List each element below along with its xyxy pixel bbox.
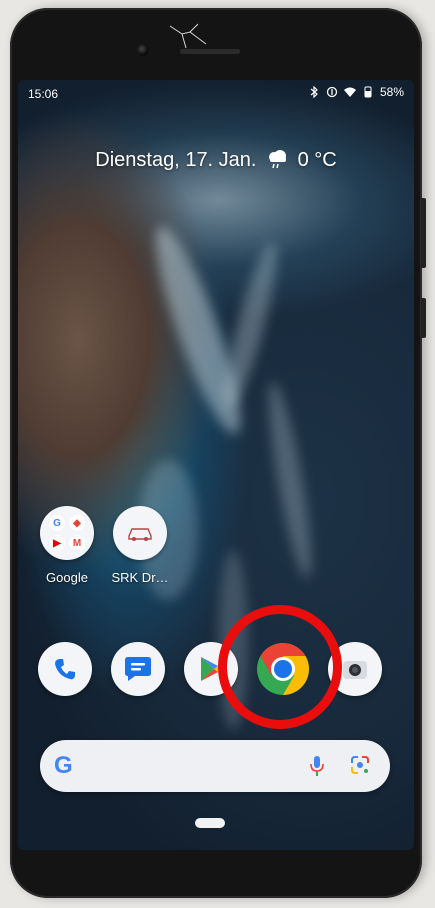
google-apps-folder-icon: G ◆ ▶ M (49, 515, 85, 551)
data-saver-icon (326, 86, 338, 98)
status-time: 15:06 (28, 87, 59, 101)
cloud-rain-icon (269, 150, 287, 169)
at-a-glance[interactable]: Dienstag, 17. Jan. 0 °C (18, 148, 414, 172)
srk-app[interactable] (113, 506, 167, 560)
messages-icon (125, 657, 151, 681)
home-gesture-pill[interactable] (195, 818, 225, 828)
screen-crack (169, 23, 207, 49)
home-screen: 15:06 58% Dienstag, 17. Jan. 0 °C G ◆ ▶ … (18, 80, 414, 850)
messages-app[interactable] (111, 642, 165, 696)
google-logo: G (54, 752, 73, 779)
temperature-text: 0 °C (297, 149, 337, 171)
camera-icon (343, 661, 367, 679)
battery-percent: 58% (379, 85, 404, 99)
status-bar: 15:06 58% (18, 80, 414, 104)
date-text: Dienstag, 17. Jan. (95, 149, 257, 171)
car-icon (128, 528, 152, 541)
phone-icon (55, 659, 75, 680)
phone-app[interactable] (38, 642, 92, 696)
app-label-srk: SRK Dr… (111, 570, 169, 585)
earpiece (180, 49, 240, 54)
volume-button (421, 198, 426, 268)
front-camera (137, 44, 149, 56)
power-button (421, 298, 426, 338)
wifi-icon (343, 87, 356, 97)
battery-icon (364, 86, 372, 98)
lens-icon[interactable] (350, 755, 370, 775)
app-label-google: Google (46, 570, 88, 585)
bluetooth-icon (310, 86, 318, 98)
highlight-ring (218, 605, 342, 729)
google-apps-folder[interactable]: G ◆ ▶ M (40, 506, 94, 560)
google-search-bar[interactable]: G (40, 740, 390, 792)
mic-icon[interactable] (310, 754, 324, 778)
